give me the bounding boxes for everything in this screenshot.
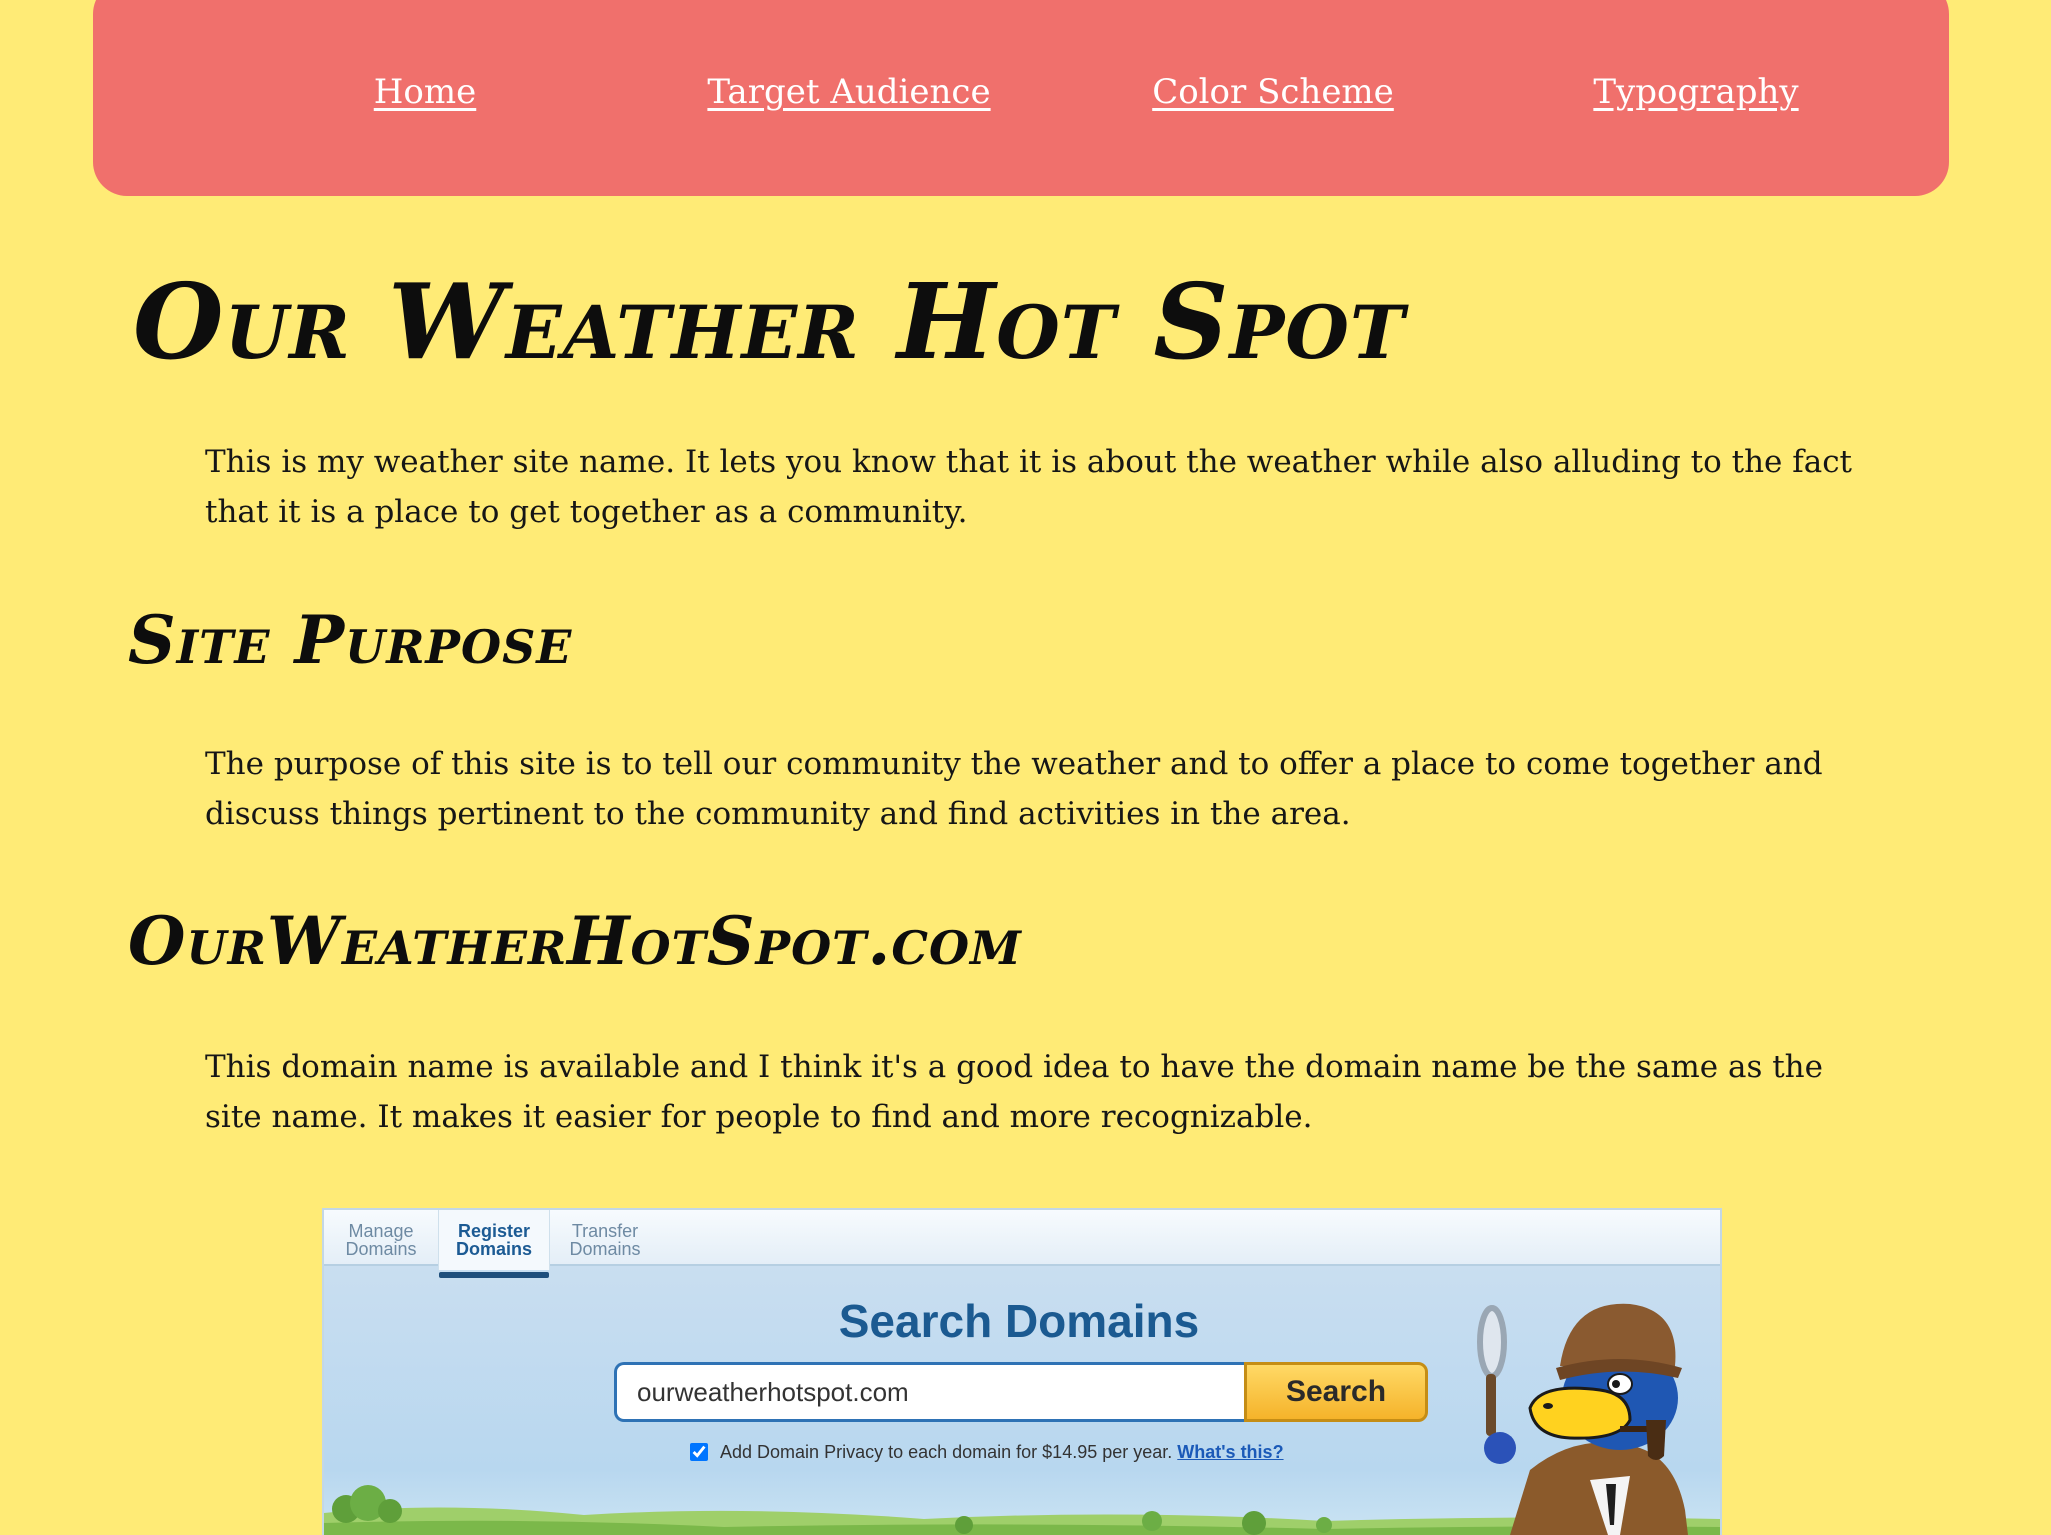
domain-search-screenshot: Manage Domains Register Domains Transfer… xyxy=(322,1208,1722,1535)
tab-register-domains[interactable]: Register Domains xyxy=(438,1210,550,1278)
whats-this-link[interactable]: What's this? xyxy=(1177,1442,1283,1462)
section-heading-site-purpose: Site Purpose xyxy=(128,601,573,679)
nav-link-color-scheme[interactable]: Color Scheme xyxy=(1152,72,1394,112)
domain-privacy-option: Add Domain Privacy to each domain for $1… xyxy=(690,1442,1284,1463)
section-heading-domain: OurWeatherHotSpot.com xyxy=(128,902,1022,980)
tab-manage-line1: Manage xyxy=(348,1221,414,1241)
domain-search-input[interactable] xyxy=(614,1362,1244,1422)
nav-link-typography[interactable]: Typography xyxy=(1593,72,1798,112)
top-nav: Home Target Audience Color Scheme Typogr… xyxy=(93,0,1949,196)
domain-tabs: Manage Domains Register Domains Transfer… xyxy=(324,1210,1720,1278)
tab-register-line2: Domains xyxy=(455,1239,533,1259)
domain-paragraph: This domain name is available and I thin… xyxy=(205,1049,1823,1135)
nav-link-home[interactable]: Home xyxy=(374,72,476,112)
nav-link-target-audience[interactable]: Target Audience xyxy=(707,72,990,112)
site-purpose-paragraph: The purpose of this site is to tell our … xyxy=(205,746,1823,832)
domain-privacy-label: Add Domain Privacy to each domain for $1… xyxy=(720,1442,1173,1462)
domain-privacy-checkbox[interactable] xyxy=(690,1443,708,1461)
tab-manage-line2: Domains xyxy=(345,1239,417,1259)
page-title: Our Weather Hot Spot xyxy=(133,260,1406,383)
tab-transfer-line1: Transfer xyxy=(571,1221,639,1241)
tab-transfer-domains[interactable]: Transfer Domains xyxy=(550,1222,660,1258)
tab-transfer-line2: Domains xyxy=(569,1239,641,1259)
detective-mascot-illustration xyxy=(1477,1303,1688,1535)
tab-register-line1: Register xyxy=(457,1221,531,1241)
search-button[interactable]: Search xyxy=(1244,1362,1428,1422)
tab-manage-domains[interactable]: Manage Domains xyxy=(326,1222,436,1258)
intro-paragraph: This is my weather site name. It lets yo… xyxy=(205,444,1853,530)
